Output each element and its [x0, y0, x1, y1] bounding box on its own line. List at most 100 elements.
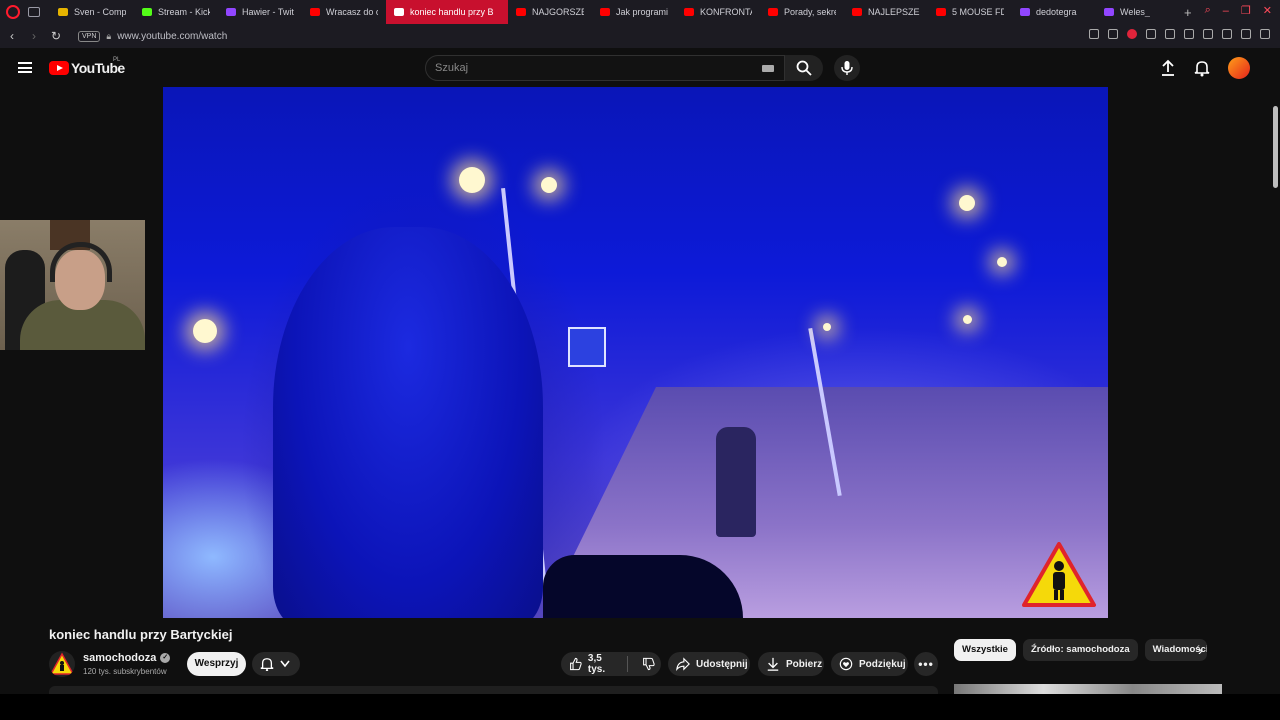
tab-label: KONFRONTA [700, 7, 752, 17]
bookmark-icon[interactable] [1089, 29, 1099, 39]
subscription-bell-button[interactable] [252, 652, 300, 676]
tab-favicon-icon [394, 8, 404, 16]
video-frame-lamp [959, 195, 975, 211]
browser-tab[interactable]: NAJGORSZE [508, 0, 592, 24]
tab-favicon-icon [58, 8, 68, 16]
video-frame-lamp [193, 319, 217, 343]
tab-label: NAJLEPSZE [868, 7, 920, 17]
thanks-label: Podziękuj [859, 658, 906, 670]
channel-name[interactable]: samochodoza [83, 652, 156, 664]
browser-tab[interactable]: Weles_ [1096, 0, 1180, 24]
page-scrollbar[interactable] [1273, 106, 1278, 188]
browser-tab[interactable]: Stream - Kick [134, 0, 218, 24]
browser-tab[interactable]: koniec handlu przy B [386, 0, 508, 24]
browser-tab[interactable]: 5 MOUSE FD [928, 0, 1012, 24]
new-tab-button[interactable]: + [1184, 5, 1200, 20]
browser-tab[interactable]: Hawier - Twit [218, 0, 302, 24]
like-dislike-group: 3,5 tys. [561, 652, 661, 676]
video-frame-lamp [459, 167, 485, 193]
youtube-header: YouTube PL [0, 48, 1280, 188]
video-title: koniec handlu przy Bartyckiej [49, 627, 233, 642]
verified-check-icon: ✓ [160, 653, 171, 663]
reload-button[interactable]: ↻ [46, 29, 66, 43]
channel-avatar[interactable] [49, 651, 75, 677]
workspaces-icon[interactable] [28, 7, 40, 17]
voice-search-button[interactable] [834, 55, 860, 81]
youtube-play-icon [49, 61, 69, 75]
tab-label: Weles_ [1120, 7, 1150, 17]
browser-tab[interactable]: Wracasz do c [302, 0, 386, 24]
player-icon[interactable] [1146, 29, 1156, 39]
browser-tab[interactable]: dedotegra [1012, 0, 1096, 24]
adblock-icon[interactable] [1127, 29, 1137, 39]
tab-favicon-icon [684, 8, 694, 16]
tab-label: dedotegra [1036, 7, 1077, 17]
minimize-button[interactable]: – [1223, 5, 1229, 17]
browser-tab[interactable]: Sven - Compl [50, 0, 134, 24]
account-avatar[interactable] [1228, 57, 1250, 79]
share-label: Udostępnij [696, 658, 748, 670]
lock-icon[interactable]: 🔒︎ [106, 31, 111, 42]
close-window-button[interactable]: ✕ [1263, 4, 1272, 17]
search-tabs-icon[interactable]: ⌕ [1205, 4, 1211, 17]
menu-icon[interactable] [1260, 29, 1270, 39]
tab-label: Wracasz do c [326, 7, 378, 17]
video-frame-lamp [823, 323, 831, 331]
extension-icon[interactable] [1184, 29, 1194, 39]
notifications-bell-icon[interactable] [1194, 59, 1210, 77]
description-box[interactable] [49, 686, 938, 694]
more-actions-button[interactable]: ••• [914, 652, 938, 676]
tab-favicon-icon [852, 8, 862, 16]
related-video-thumbnail[interactable] [954, 684, 1222, 694]
keyboard-icon[interactable] [762, 65, 774, 72]
search-box [425, 55, 785, 81]
search-button[interactable] [785, 55, 823, 81]
tab-favicon-icon [768, 8, 778, 16]
tab-favicon-icon [1020, 8, 1030, 16]
opera-logo-icon[interactable] [6, 5, 20, 19]
back-button[interactable]: ‹ [2, 29, 22, 43]
vpn-badge[interactable]: VPN [78, 30, 101, 42]
browser-tab[interactable]: KONFRONTA [676, 0, 760, 24]
download-icon[interactable] [1241, 29, 1251, 39]
download-icon [767, 657, 779, 671]
microphone-icon [841, 61, 853, 75]
browser-tab[interactable]: Porady, sekre [760, 0, 844, 24]
download-button[interactable]: Pobierz [758, 652, 824, 676]
warning-sign-logo-icon [1022, 542, 1096, 607]
search-input[interactable] [435, 56, 755, 80]
thumbs-up-icon[interactable] [569, 657, 582, 671]
chevron-right-icon[interactable]: › [1198, 642, 1203, 658]
like-count[interactable]: 3,5 tys. [588, 653, 619, 675]
video-frame-car [543, 555, 743, 618]
url-field[interactable]: www.youtube.com/watch [117, 31, 227, 42]
menu-icon[interactable] [18, 62, 32, 73]
video-frame-lamp [997, 257, 1007, 267]
tab-label: NAJGORSZE [532, 7, 584, 17]
thanks-heart-icon [839, 657, 853, 671]
maximize-button[interactable]: ❐ [1241, 4, 1251, 17]
window-controls: ⌕ – ❐ ✕ [1205, 4, 1272, 17]
browser-tab[interactable]: Jak programi [592, 0, 676, 24]
extension-icon[interactable] [1203, 29, 1213, 39]
support-button[interactable]: Wesprzyj [187, 652, 246, 676]
chip-all[interactable]: Wszystkie [954, 639, 1016, 661]
youtube-logo[interactable]: YouTube PL [49, 57, 125, 76]
video-frame-cyclist [716, 427, 756, 537]
thumbs-down-icon[interactable] [642, 657, 655, 671]
share-button[interactable]: Udostępnij [668, 652, 750, 676]
chip-source[interactable]: Źródło: samochodoza [1022, 639, 1138, 661]
snapshot-icon[interactable] [1108, 29, 1118, 39]
browser-tab[interactable]: NAJLEPSZE [844, 0, 928, 24]
forward-button[interactable]: › [24, 29, 44, 43]
taskbar-area [0, 694, 1280, 720]
channel-name-row[interactable]: samochodoza ✓ [83, 652, 171, 664]
extension-icon[interactable] [1222, 29, 1232, 39]
upload-icon[interactable] [1160, 59, 1176, 77]
tab-favicon-icon [600, 8, 610, 16]
more-dots-icon: ••• [918, 657, 934, 671]
thanks-button[interactable]: Podziękuj [831, 652, 908, 676]
heart-icon[interactable] [1165, 29, 1175, 39]
video-player[interactable] [163, 87, 1108, 618]
chevron-down-icon [280, 660, 290, 668]
